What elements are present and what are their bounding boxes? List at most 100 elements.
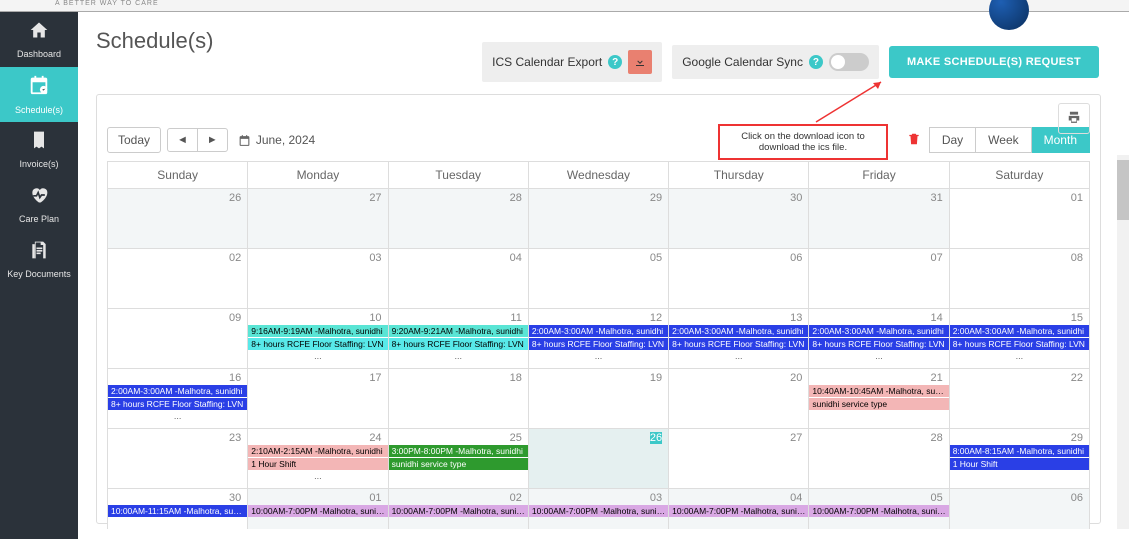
event[interactable]: 10:00AM-7:00PM -Malhotra, sunidhi <box>389 505 528 517</box>
event[interactable]: 3:00PM-8:00PM -Malhotra, sunidhi <box>389 445 528 457</box>
event[interactable]: 1 Hour Shift <box>950 458 1089 470</box>
event[interactable]: 10:00AM-11:15AM -Malhotra, sunidhi <box>108 505 247 517</box>
calendar-cell[interactable]: 02 <box>108 249 248 309</box>
more-indicator[interactable]: ... <box>108 411 247 421</box>
calendar-cell[interactable]: 26 <box>108 189 248 249</box>
calendar-cell[interactable]: 162:00AM-3:00AM -Malhotra, sunidhi8+ hou… <box>108 369 248 429</box>
scrollbar-thumb[interactable] <box>1117 160 1129 220</box>
event[interactable]: 10:00AM-7:00PM -Malhotra, sunidhi <box>809 505 948 517</box>
calendar-cell[interactable]: 0410:00AM-7:00PM -Malhotra, sunidhi <box>669 489 809 529</box>
trash-icon[interactable] <box>907 132 921 149</box>
calendar-cell[interactable]: 18 <box>389 369 529 429</box>
sidebar-item-keydocuments[interactable]: Key Documents <box>0 232 78 287</box>
calendar-cell[interactable]: 30 <box>669 189 809 249</box>
event[interactable]: 10:00AM-7:00PM -Malhotra, sunidhi <box>669 505 808 517</box>
calendar-cell[interactable]: 31 <box>809 189 949 249</box>
calendar-cell[interactable]: 242:10AM-2:15AM -Malhotra, sunidhi1 Hour… <box>248 429 388 489</box>
event[interactable]: 8+ hours RCFE Floor Staffing: LVN <box>529 338 668 350</box>
calendar-cell[interactable]: 28 <box>809 429 949 489</box>
calendar-cell[interactable]: 28 <box>389 189 529 249</box>
calendar-cell[interactable]: 0310:00AM-7:00PM -Malhotra, sunidhi <box>529 489 669 529</box>
calendar-cell[interactable]: 19 <box>529 369 669 429</box>
date-number: 06 <box>1071 492 1083 504</box>
sidebar-item-dashboard[interactable]: Dashboard <box>0 12 78 67</box>
calendar-cell[interactable]: 22 <box>950 369 1090 429</box>
event[interactable]: 8+ hours RCFE Floor Staffing: LVN <box>248 338 387 350</box>
calendar-cell[interactable]: 122:00AM-3:00AM -Malhotra, sunidhi8+ hou… <box>529 309 669 369</box>
event[interactable]: 8+ hours RCFE Floor Staffing: LVN <box>809 338 948 350</box>
more-indicator[interactable]: ... <box>248 351 387 361</box>
calendar-cell[interactable]: 119:20AM-9:21AM -Malhotra, sunidhi8+ hou… <box>389 309 529 369</box>
calendar-cell[interactable]: 03 <box>248 249 388 309</box>
calendar-cell[interactable]: 01 <box>950 189 1090 249</box>
event[interactable]: 8:00AM-8:15AM -Malhotra, sunidhi <box>950 445 1089 457</box>
next-button[interactable]: ► <box>197 129 227 151</box>
view-week[interactable]: Week <box>976 127 1031 153</box>
calendar-cell[interactable]: 0510:00AM-7:00PM -Malhotra, sunidhi <box>809 489 949 529</box>
calendar-cell[interactable]: 23 <box>108 429 248 489</box>
calendar-cell[interactable]: 253:00PM-8:00PM -Malhotra, sunidhisunidh… <box>389 429 529 489</box>
sidebar-item-schedules[interactable]: Schedule(s) <box>0 67 78 122</box>
sidebar-item-careplan[interactable]: Care Plan <box>0 177 78 232</box>
calendar-cell[interactable]: 0110:00AM-7:00PM -Malhotra, sunidhi <box>248 489 388 529</box>
more-indicator[interactable]: ... <box>669 351 808 361</box>
event[interactable]: 8+ hours RCFE Floor Staffing: LVN <box>108 398 247 410</box>
date-number: 02 <box>229 252 241 264</box>
event[interactable]: 9:16AM-9:19AM -Malhotra, sunidhi <box>248 325 387 337</box>
more-indicator[interactable]: ... <box>248 471 387 481</box>
event[interactable]: 2:00AM-3:00AM -Malhotra, sunidhi <box>809 325 948 337</box>
more-indicator[interactable]: ... <box>529 351 668 361</box>
calendar-cell[interactable]: 06 <box>669 249 809 309</box>
prev-button[interactable]: ◄ <box>168 129 197 151</box>
event[interactable]: 8+ hours RCFE Floor Staffing: LVN <box>950 338 1089 350</box>
calendar-cell[interactable]: 152:00AM-3:00AM -Malhotra, sunidhi8+ hou… <box>950 309 1090 369</box>
event[interactable]: 10:00AM-7:00PM -Malhotra, sunidhi <box>529 505 668 517</box>
print-icon[interactable] <box>1058 103 1090 134</box>
event[interactable]: 10:00AM-7:00PM -Malhotra, sunidhi <box>248 505 387 517</box>
more-indicator[interactable]: ... <box>389 351 528 361</box>
calendar-cell[interactable]: 2110:40AM-10:45AM -Malhotra, sunidhisuni… <box>809 369 949 429</box>
help-icon[interactable]: ? <box>608 55 622 69</box>
event[interactable]: sunidhi service type <box>389 458 528 470</box>
event[interactable]: 8+ hours RCFE Floor Staffing: LVN <box>389 338 528 350</box>
event[interactable]: 8+ hours RCFE Floor Staffing: LVN <box>669 338 808 350</box>
calendar-cell[interactable]: 07 <box>809 249 949 309</box>
calendar-cell[interactable]: 04 <box>389 249 529 309</box>
event[interactable]: 1 Hour Shift <box>248 458 387 470</box>
calendar-cell[interactable]: 0210:00AM-7:00PM -Malhotra, sunidhi <box>389 489 529 529</box>
event[interactable]: 2:00AM-3:00AM -Malhotra, sunidhi <box>529 325 668 337</box>
calendar-cell[interactable]: 27 <box>669 429 809 489</box>
download-icon[interactable] <box>628 50 652 74</box>
calendar-cell[interactable]: 26 <box>529 429 669 489</box>
date-number: 19 <box>650 372 662 384</box>
calendar-cell[interactable]: 05 <box>529 249 669 309</box>
calendar-cell[interactable]: 298:00AM-8:15AM -Malhotra, sunidhi1 Hour… <box>950 429 1090 489</box>
view-day[interactable]: Day <box>929 127 976 153</box>
calendar-cell[interactable]: 27 <box>248 189 388 249</box>
period-picker[interactable]: June, 2024 <box>238 133 315 147</box>
calendar-cell[interactable]: 17 <box>248 369 388 429</box>
event[interactable]: 2:00AM-3:00AM -Malhotra, sunidhi <box>108 385 247 397</box>
calendar-cell[interactable]: 20 <box>669 369 809 429</box>
sidebar-item-invoices[interactable]: Invoice(s) <box>0 122 78 177</box>
more-indicator[interactable]: ... <box>809 351 948 361</box>
event[interactable]: 10:40AM-10:45AM -Malhotra, sunidhi <box>809 385 948 397</box>
calendar-cell[interactable]: 109:16AM-9:19AM -Malhotra, sunidhi8+ hou… <box>248 309 388 369</box>
calendar-cell[interactable]: 09 <box>108 309 248 369</box>
today-button[interactable]: Today <box>107 127 161 153</box>
calendar-cell[interactable]: 08 <box>950 249 1090 309</box>
calendar-cell[interactable]: 06 <box>950 489 1090 529</box>
calendar-cell[interactable]: 3010:00AM-11:15AM -Malhotra, sunidhi <box>108 489 248 529</box>
more-indicator[interactable]: ... <box>950 351 1089 361</box>
event[interactable]: 2:00AM-3:00AM -Malhotra, sunidhi <box>950 325 1089 337</box>
event[interactable]: 2:10AM-2:15AM -Malhotra, sunidhi <box>248 445 387 457</box>
event[interactable]: sunidhi service type <box>809 398 948 410</box>
calendar-cell[interactable]: 142:00AM-3:00AM -Malhotra, sunidhi8+ hou… <box>809 309 949 369</box>
event[interactable]: 2:00AM-3:00AM -Malhotra, sunidhi <box>669 325 808 337</box>
make-schedule-button[interactable]: MAKE SCHEDULE(S) REQUEST <box>889 46 1099 78</box>
event[interactable]: 9:20AM-9:21AM -Malhotra, sunidhi <box>389 325 528 337</box>
help-icon[interactable]: ? <box>809 55 823 69</box>
calendar-cell[interactable]: 132:00AM-3:00AM -Malhotra, sunidhi8+ hou… <box>669 309 809 369</box>
sync-toggle[interactable] <box>829 53 869 71</box>
calendar-cell[interactable]: 29 <box>529 189 669 249</box>
